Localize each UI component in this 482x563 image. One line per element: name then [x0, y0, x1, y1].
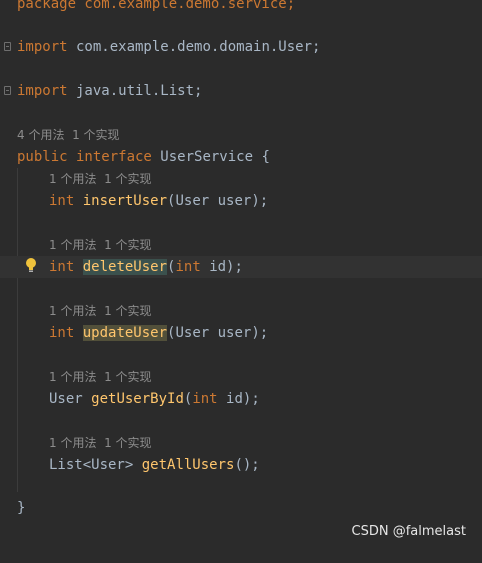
import-keyword: import — [17, 83, 68, 99]
usage-hint[interactable]: 1 个用法 1 个实现 — [0, 368, 482, 386]
code-line-method[interactable]: int updateUser(User user); — [0, 322, 482, 344]
fold-marker-icon[interactable] — [4, 86, 11, 95]
method-params: (); — [234, 457, 260, 473]
lightbulb-icon[interactable] — [25, 257, 37, 273]
method-name[interactable]: deleteUser — [82, 259, 168, 275]
method-name[interactable]: getAllUsers — [142, 457, 235, 473]
closing-brace: } — [17, 500, 26, 516]
code-line-method[interactable]: int insertUser(User user); — [0, 190, 482, 212]
return-type: int — [49, 325, 75, 341]
interface-keyword: interface — [67, 149, 152, 165]
fold-marker-icon[interactable] — [4, 42, 11, 51]
param-type: int — [175, 259, 201, 275]
import-keyword: import — [17, 39, 68, 55]
import-path: com.example.demo.domain.User; — [67, 39, 321, 55]
return-type: User — [49, 391, 83, 407]
import-path: java.util.List; — [67, 83, 203, 99]
return-type: List<User> — [49, 457, 134, 473]
method-params: (User user); — [167, 193, 269, 209]
interface-name: UserService { — [151, 149, 270, 165]
code-editor[interactable]: package com.example.demo.service; import… — [0, 0, 482, 547]
watermark: CSDN @falmelast — [351, 524, 466, 539]
usage-hint[interactable]: 1 个用法 1 个实现 — [0, 236, 482, 254]
usage-hint[interactable]: 1 个用法 1 个实现 — [0, 170, 482, 188]
code-line-method[interactable]: User getUserById(int id); — [0, 388, 482, 410]
method-params: (User user); — [167, 325, 269, 341]
method-name[interactable]: getUserById — [91, 391, 184, 407]
usage-hint[interactable]: 1 个用法 1 个实现 — [0, 302, 482, 320]
code-line-method-current[interactable]: int deleteUser(int id); — [0, 256, 482, 278]
usage-hint[interactable]: 1 个用法 1 个实现 — [0, 434, 482, 452]
method-name[interactable]: updateUser — [82, 325, 168, 341]
method-name[interactable]: insertUser — [83, 193, 167, 209]
usage-hint[interactable]: 4 个用法 1 个实现 — [0, 126, 482, 144]
code-line-interface[interactable]: public interface UserService { — [0, 146, 482, 168]
param-type: int — [192, 391, 218, 407]
code-line-package[interactable]: package com.example.demo.service; — [0, 0, 482, 15]
code-line-import-list[interactable]: import java.util.List; — [0, 80, 482, 102]
code-line-closing[interactable]: } — [0, 497, 482, 519]
code-line-import-user[interactable]: import com.example.demo.domain.User; — [0, 36, 482, 58]
return-type: int — [49, 259, 75, 275]
code-line-method[interactable]: List<User> getAllUsers(); — [0, 454, 482, 476]
public-keyword: public — [17, 149, 68, 165]
return-type: int — [49, 193, 75, 209]
package-statement: package com.example.demo.service; — [17, 0, 296, 12]
